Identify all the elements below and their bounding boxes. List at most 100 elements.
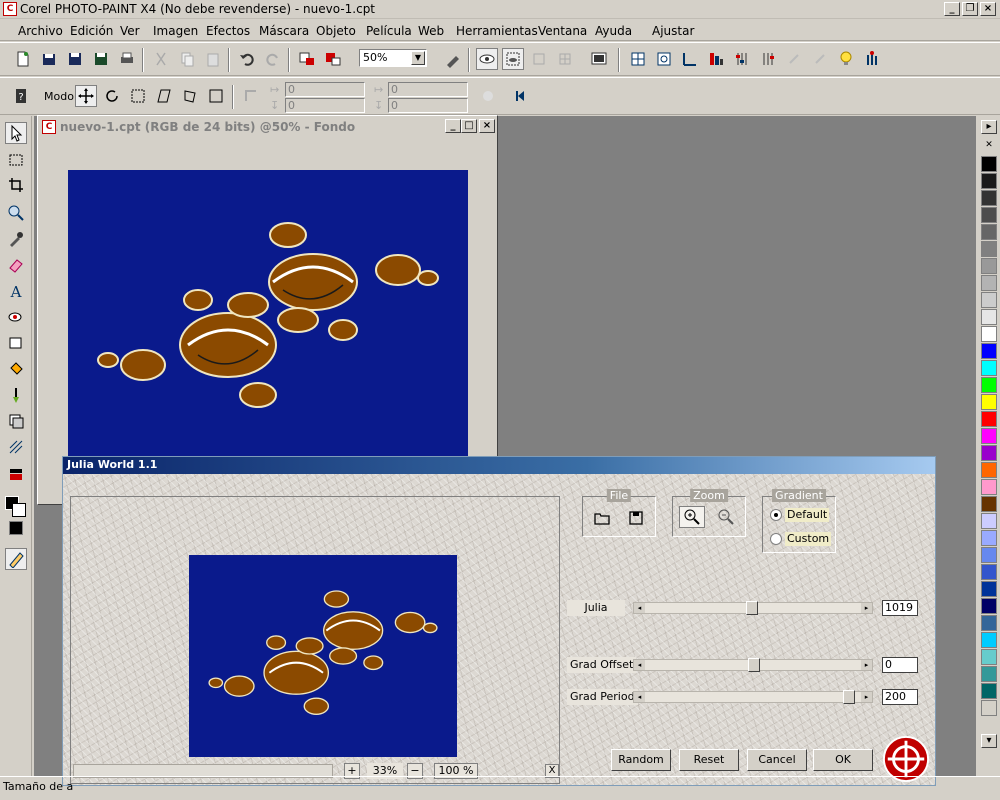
palette-swatch[interactable] [981,513,997,529]
menu-herramientas[interactable]: Herramientas [456,24,538,38]
palette-swatch[interactable] [981,224,997,240]
slider-left-arrow-icon[interactable]: ◂ [634,692,645,702]
palette-swatch[interactable] [981,156,997,172]
palette-swatch[interactable] [981,190,997,206]
reset-button[interactable]: Reset [679,749,739,771]
palette-scroll-right-icon[interactable]: ▸ [981,120,997,134]
slider-left-arrow-icon[interactable]: ◂ [634,603,645,613]
shape-tool-icon[interactable] [5,332,27,354]
palette-swatch[interactable] [981,530,997,546]
palette-swatch[interactable] [981,377,997,393]
app-icon[interactable]: C [3,2,17,16]
fit-icon[interactable] [653,48,675,70]
palette-swatch[interactable] [981,666,997,682]
julia-slider-thumb[interactable] [745,601,758,615]
print-icon[interactable] [116,48,138,70]
gradient-custom-radio[interactable] [770,533,782,545]
y1-field[interactable]: 0 [285,98,365,113]
clone-tool-icon[interactable] [5,436,27,458]
menu-ayuda[interactable]: Ayuda [595,24,632,38]
lightbulb-icon[interactable] [835,48,857,70]
brushes-icon[interactable] [861,48,883,70]
rulers-icon[interactable] [679,48,701,70]
palette-swatch[interactable] [981,649,997,665]
open-icon[interactable] [38,48,60,70]
ok-button[interactable]: OK [813,749,873,771]
grad-offset-slider-thumb[interactable] [748,658,760,672]
text-tool-icon[interactable]: A [5,280,27,302]
cut-icon[interactable] [150,48,172,70]
palette-swatch[interactable] [981,394,997,410]
palette-swatch[interactable] [981,292,997,308]
help-icon[interactable]: ? [10,85,32,107]
grad-period-value-field[interactable]: 200 [882,689,918,705]
grad-offset-value-field[interactable]: 0 [882,657,918,673]
save-as-icon[interactable] [90,48,112,70]
palette-swatch[interactable] [981,683,997,699]
fill-color[interactable] [9,521,23,535]
crop-tool-icon[interactable] [5,174,27,196]
zoom-level-combo[interactable]: 50% ▼ [359,49,427,67]
palette-swatch[interactable] [981,428,997,444]
palette-swatch[interactable] [981,207,997,223]
full-screen-icon[interactable] [588,48,610,70]
save-icon[interactable] [64,48,86,70]
grad-offset-slider[interactable]: ◂ ▸ [633,658,873,672]
menu-pelicula[interactable]: Película [366,24,412,38]
zoom-tool-icon[interactable] [442,48,464,70]
undo-icon[interactable] [236,48,258,70]
eyedropper-icon[interactable] [5,228,27,250]
gradient-default-radio[interactable] [770,509,782,521]
zoom-out-icon[interactable] [713,506,739,528]
julia-slider[interactable]: ◂ ▸ [633,601,873,615]
secondary-color[interactable] [12,503,26,517]
eraser-icon[interactable] [5,254,27,276]
wand-icon[interactable] [809,48,831,70]
x1-field[interactable]: 0 [285,82,365,97]
palette-swatch[interactable] [981,173,997,189]
slider-left-arrow-icon[interactable]: ◂ [634,660,645,670]
slider-right-arrow-icon[interactable]: ▸ [861,660,872,670]
julia-value-field[interactable]: 1019 [882,600,918,616]
snap-icon[interactable] [627,48,649,70]
redo-icon[interactable] [262,48,284,70]
y2-field[interactable]: 0 [388,98,468,113]
new-icon[interactable] [12,48,34,70]
menu-objeto[interactable]: Objeto [316,24,356,38]
close-button[interactable]: × [980,2,996,16]
collapse-left-icon[interactable] [510,85,532,107]
skew-mode-icon[interactable] [153,85,175,107]
palette-swatch[interactable] [981,547,997,563]
lens-icon[interactable] [528,48,550,70]
slider-right-arrow-icon[interactable]: ▸ [861,692,872,702]
grid-icon[interactable] [554,48,576,70]
menu-web[interactable]: Web [418,24,444,38]
menu-ventana[interactable]: Ventana [538,24,587,38]
palette-swatch[interactable] [981,615,997,631]
palette-swatch[interactable] [981,343,997,359]
palette-scroll-down-icon[interactable]: ▾ [981,734,997,748]
fill-tool-icon[interactable] [5,358,27,380]
palette-swatch[interactable] [981,632,997,648]
palette-swatch[interactable] [981,598,997,614]
distort-mode-icon[interactable] [179,85,201,107]
palette-swatch[interactable] [981,496,997,512]
palette-swatch[interactable] [981,564,997,580]
palette-swatch[interactable] [981,581,997,597]
palette-swatch[interactable] [981,275,997,291]
doc-close-button[interactable]: × [479,119,495,133]
doc-minimize-button[interactable]: _ [445,119,461,133]
document-canvas[interactable] [68,170,468,470]
palette-swatch[interactable] [981,462,997,478]
color-adjust-icon[interactable] [705,48,727,70]
zoom-in-icon[interactable] [679,506,705,528]
pick-tool-icon[interactable] [5,122,27,144]
menu-ajustar[interactable]: Ajustar [652,24,694,38]
import-icon[interactable] [296,48,318,70]
levels-icon[interactable] [757,48,779,70]
palette-swatch[interactable] [981,411,997,427]
palette-swatch[interactable] [981,479,997,495]
color-docker-icon[interactable] [5,548,27,570]
palette-swatch[interactable] [981,241,997,257]
random-button[interactable]: Random [611,749,671,771]
